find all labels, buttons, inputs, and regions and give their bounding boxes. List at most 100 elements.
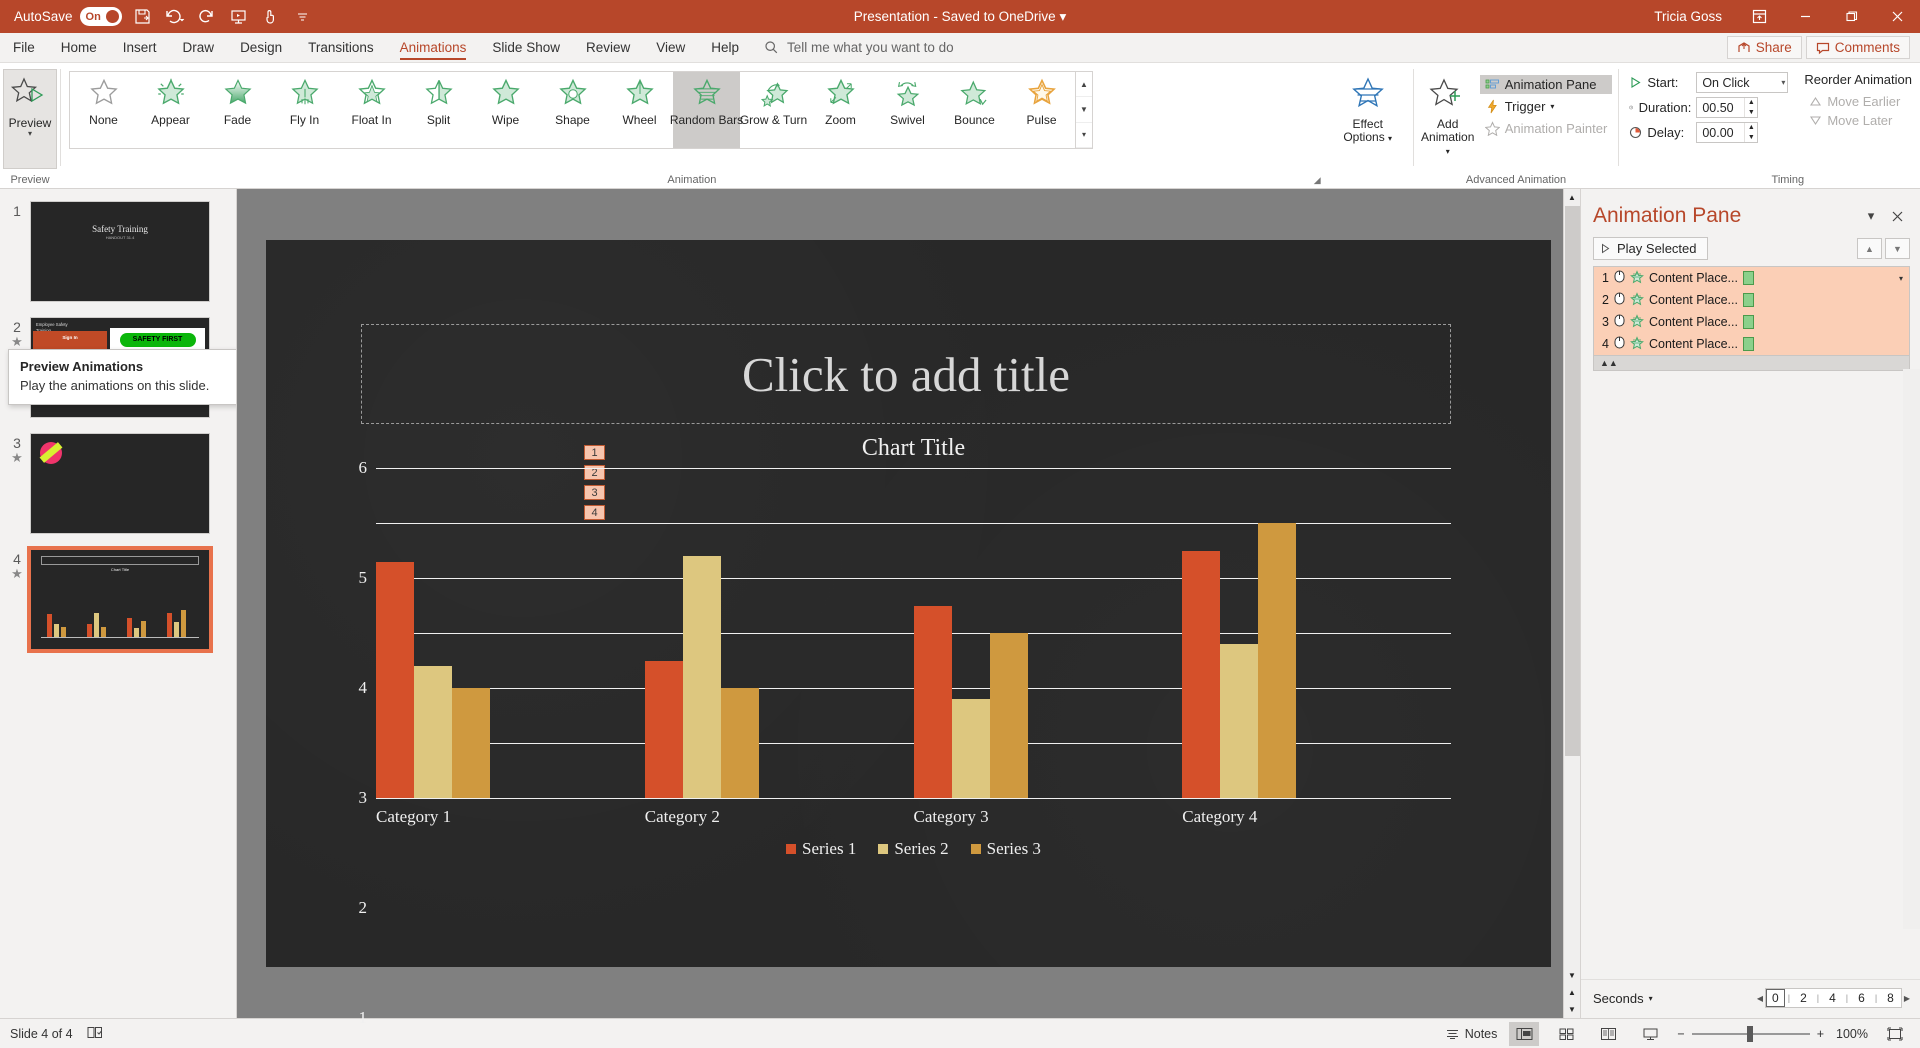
- redo-icon[interactable]: [192, 4, 222, 30]
- start-dropdown[interactable]: On Click ▾: [1696, 72, 1789, 93]
- duration-up-icon[interactable]: ▲: [1745, 98, 1757, 108]
- tab-transitions[interactable]: Transitions: [295, 33, 387, 62]
- save-location[interactable]: Saved to OneDrive: [942, 9, 1056, 24]
- tab-view[interactable]: View: [643, 33, 698, 62]
- animation-gallery[interactable]: None Appear Fade Fly In Float In Split Wipe Sha…: [69, 71, 1076, 149]
- chart-category-group[interactable]: [1182, 468, 1451, 798]
- seconds-caret-icon[interactable]: ▾: [1649, 994, 1653, 1003]
- animation-indicator-star-icon[interactable]: ★: [4, 451, 30, 464]
- share-button[interactable]: Share: [1726, 36, 1802, 59]
- animation-effect-appear[interactable]: Appear: [137, 72, 204, 148]
- chart-legend-entry[interactable]: Series 3: [970, 839, 1041, 859]
- tell-me-search[interactable]: Tell me what you want to do: [764, 33, 954, 62]
- minimize-button[interactable]: [1782, 0, 1828, 33]
- trigger-button[interactable]: Trigger ▾: [1480, 97, 1613, 116]
- customize-qat-icon[interactable]: [288, 4, 318, 30]
- animation-indicator-star-icon[interactable]: ★: [4, 335, 30, 348]
- animation-effect-bounce[interactable]: Bounce: [941, 72, 1008, 148]
- chart-bar[interactable]: [951, 699, 990, 798]
- animation-timeline-bar[interactable]: [1742, 293, 1754, 307]
- chart-category-group[interactable]: [644, 468, 914, 798]
- trigger-caret-icon[interactable]: ▾: [1550, 102, 1554, 111]
- zoom-level-label[interactable]: 100%: [1836, 1027, 1868, 1041]
- timeline-ruler[interactable]: 0 | 2 | 4 | 6 | 8: [1765, 988, 1902, 1008]
- slide-thumbnail-4[interactable]: Chart Title: [27, 546, 213, 653]
- undo-icon[interactable]: [160, 4, 190, 30]
- slide-counter[interactable]: Slide 4 of 4: [10, 1027, 73, 1041]
- title-placeholder[interactable]: Click to add title: [361, 324, 1451, 424]
- duration-down-icon[interactable]: ▼: [1745, 108, 1757, 118]
- chart-legend-entry[interactable]: Series 2: [878, 839, 949, 859]
- move-down-icon[interactable]: ▼: [1885, 238, 1910, 259]
- autosave-control[interactable]: AutoSave On: [10, 5, 126, 28]
- animation-effect-wipe[interactable]: Wipe: [472, 72, 539, 148]
- zoom-out-button[interactable]: −: [1677, 1027, 1684, 1041]
- animation-list-item[interactable]: 1 Content Place... ▾: [1594, 267, 1909, 289]
- tab-design[interactable]: Design: [227, 33, 295, 62]
- chart-bar[interactable]: [644, 660, 683, 798]
- previous-slide-icon[interactable]: ▲: [1568, 984, 1576, 1001]
- tab-animations[interactable]: Animations: [387, 33, 480, 62]
- comments-button[interactable]: Comments: [1805, 36, 1910, 59]
- timeline-scroll-left-icon[interactable]: ◀: [1757, 994, 1763, 1003]
- animation-list-item[interactable]: 4 Content Place...: [1594, 333, 1909, 355]
- autosave-toggle[interactable]: On: [79, 7, 122, 26]
- chart-legend-entry[interactable]: Series 1: [786, 839, 856, 859]
- effect-options-button[interactable]: Effect Options ▾: [1340, 71, 1396, 145]
- play-selected-button[interactable]: Play Selected: [1593, 237, 1708, 260]
- animation-effect-flyin[interactable]: Fly In: [271, 72, 338, 148]
- animation-timeline-bar[interactable]: [1742, 271, 1754, 285]
- canvas-scroll-down-icon[interactable]: ▼: [1568, 967, 1576, 984]
- animation-effect-floatin[interactable]: Float In: [338, 72, 405, 148]
- zoom-in-button[interactable]: +: [1817, 1027, 1824, 1041]
- animation-effect-fade[interactable]: Fade: [204, 72, 271, 148]
- animation-effect-wheel[interactable]: Wheel: [606, 72, 673, 148]
- gallery-scroll-down-icon[interactable]: ▼: [1076, 97, 1092, 123]
- gallery-more-icon[interactable]: ▾: [1076, 123, 1092, 148]
- start-caret-icon[interactable]: ▾: [1781, 78, 1785, 87]
- animation-effect-randombars[interactable]: Random Bars: [670, 72, 743, 148]
- duration-spinner[interactable]: 00.50 ▲ ▼: [1696, 97, 1759, 118]
- thumbnail-row[interactable]: 4 ★ Chart Title: [0, 546, 236, 653]
- animation-gallery-scrollbar[interactable]: ▲ ▼ ▾: [1076, 71, 1093, 149]
- duration-spin-arrows[interactable]: ▲ ▼: [1744, 98, 1757, 117]
- slide-canvas-area[interactable]: Click to add title 1 2 3 4 Chart Title 0 1 2 3…: [237, 189, 1580, 1027]
- normal-view-button[interactable]: [1509, 1021, 1540, 1046]
- tab-slide-show[interactable]: Slide Show: [479, 33, 573, 62]
- thumbnail-row[interactable]: 3 ★: [0, 433, 236, 534]
- animation-effect-pulse[interactable]: Pulse: [1008, 72, 1075, 148]
- zoom-knob[interactable]: [1746, 1025, 1753, 1042]
- seconds-dropdown[interactable]: Seconds ▾: [1593, 991, 1653, 1006]
- slide-surface[interactable]: Click to add title 1 2 3 4 Chart Title 0 1 2 3…: [266, 240, 1551, 1027]
- title-dropdown-caret[interactable]: ▾: [1059, 9, 1066, 24]
- animation-dialog-launcher[interactable]: ◢: [1314, 175, 1321, 186]
- chart-category-group[interactable]: [913, 468, 1183, 798]
- chart-bar[interactable]: [989, 633, 1028, 798]
- animation-effect-zoom[interactable]: Zoom: [807, 72, 874, 148]
- notes-button[interactable]: Notes: [1445, 1027, 1497, 1041]
- zoom-slider[interactable]: − +: [1677, 1025, 1824, 1042]
- pane-close-icon[interactable]: [1884, 203, 1910, 229]
- delay-down-icon[interactable]: ▼: [1745, 133, 1757, 143]
- move-up-icon[interactable]: ▲: [1857, 238, 1882, 259]
- user-account-name[interactable]: Tricia Goss: [1654, 9, 1736, 24]
- save-icon[interactable]: [128, 4, 158, 30]
- chart-bar[interactable]: [682, 556, 721, 798]
- chart-bar[interactable]: [1220, 644, 1259, 798]
- chart-bar[interactable]: [913, 605, 952, 798]
- delay-spinner[interactable]: 00.00 ▲ ▼: [1696, 122, 1759, 143]
- animation-timeline-bar[interactable]: [1742, 337, 1754, 351]
- slide-thumbnail-3[interactable]: [30, 433, 210, 534]
- tab-insert[interactable]: Insert: [110, 33, 170, 62]
- reading-view-button[interactable]: [1593, 1022, 1623, 1046]
- animation-list-collapse-button[interactable]: ▲▲: [1593, 356, 1910, 371]
- tab-help[interactable]: Help: [698, 33, 752, 62]
- delay-up-icon[interactable]: ▲: [1745, 123, 1757, 133]
- canvas-scroll-up-icon[interactable]: ▲: [1568, 189, 1576, 206]
- tab-file[interactable]: File: [0, 33, 48, 62]
- tab-review[interactable]: Review: [573, 33, 643, 62]
- slide-sorter-view-button[interactable]: [1551, 1022, 1581, 1046]
- chart-bar[interactable]: [1182, 550, 1221, 798]
- animation-effect-none[interactable]: None: [70, 72, 137, 148]
- tab-home[interactable]: Home: [48, 33, 110, 62]
